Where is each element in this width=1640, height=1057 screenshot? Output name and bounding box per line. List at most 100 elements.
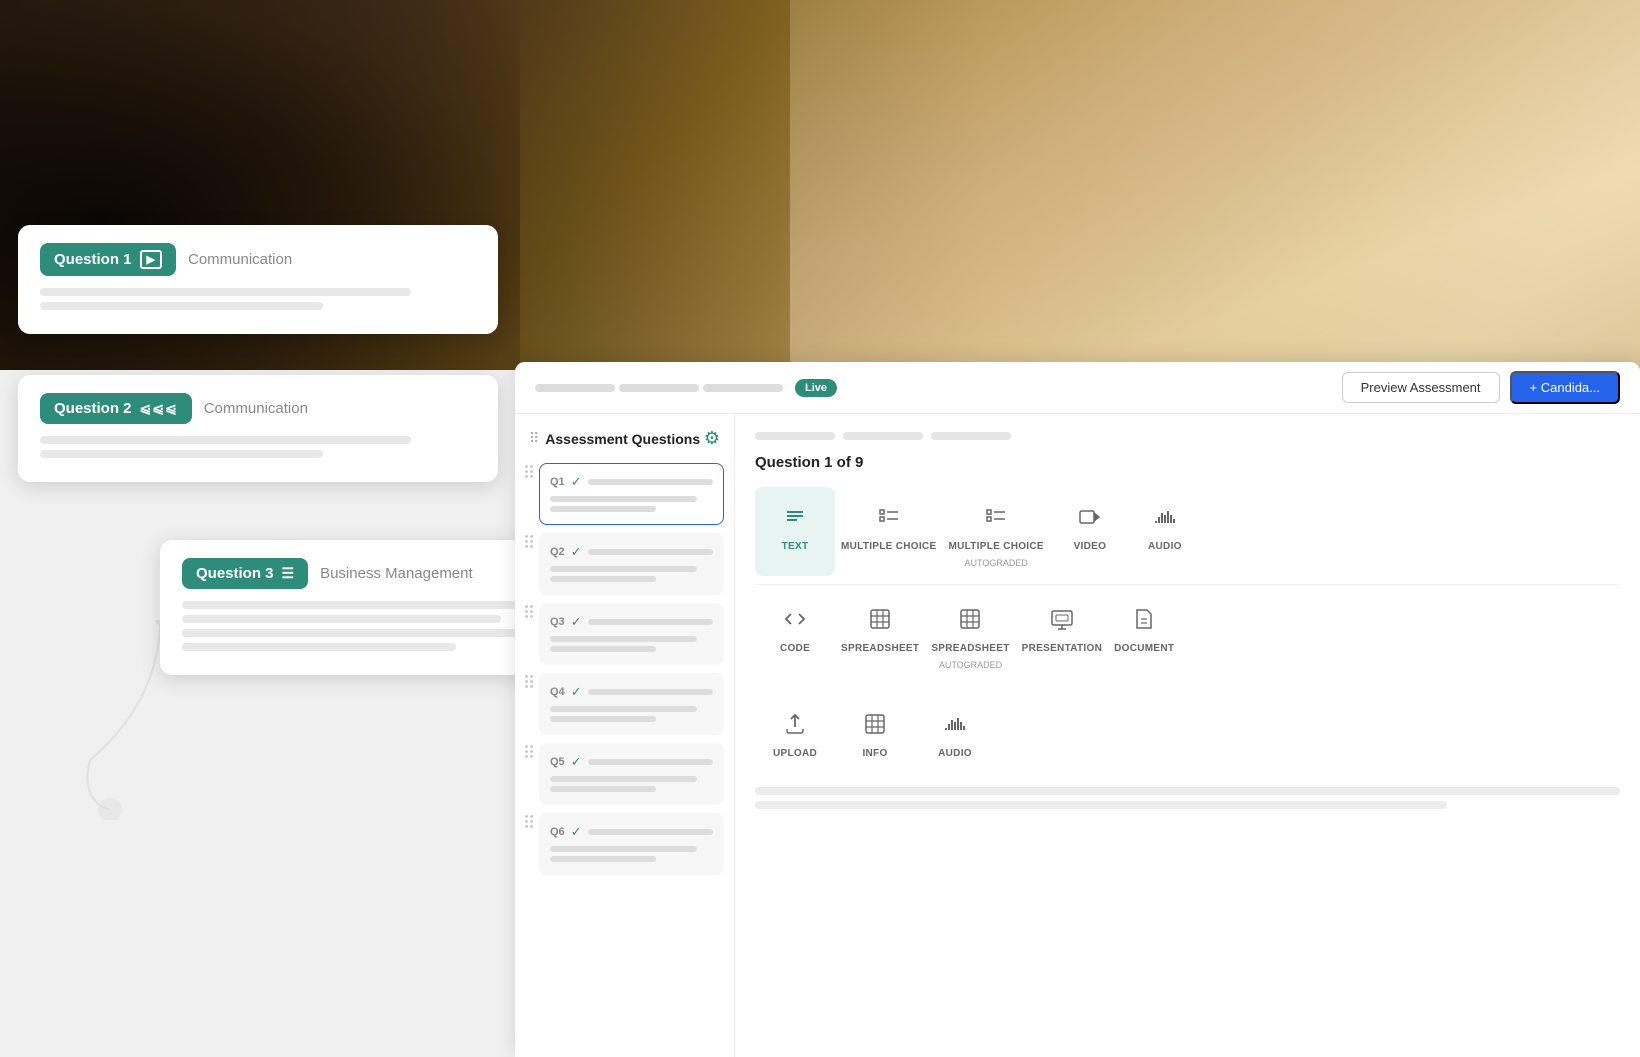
app-header: Live Preview Assessment + Candida... <box>515 362 1640 414</box>
woman-highlight <box>790 0 1640 370</box>
question-badge-3: Question 3 ☰ <box>182 558 308 589</box>
question-card-1: Question 1 ▶ Communication <box>18 225 498 334</box>
q5-line-a <box>550 776 697 782</box>
sidebar-header: ⠿ Assessment Questions ⚙ <box>525 428 724 449</box>
drag-handle-q6[interactable] <box>525 813 533 828</box>
audio-2-icon <box>937 706 973 742</box>
audio-icon-2: ⩿⩿⩿ <box>140 400 178 417</box>
q1-inner[interactable]: Q1 ✓ <box>539 463 724 525</box>
q2-num: Q2 <box>550 546 565 558</box>
candidate-button[interactable]: + Candida... <box>1510 371 1620 404</box>
spreadsheet-auto-icon <box>952 601 988 637</box>
text-icon <box>777 499 813 535</box>
sidebar-title: Assessment Questions <box>545 431 700 447</box>
live-badge: Live <box>795 379 837 397</box>
spreadsheet-auto-sublabel: AUTOGRADED <box>939 660 1002 670</box>
audio-2-label: AUDIO <box>938 748 972 759</box>
document-label: DOCUMENT <box>1114 643 1174 654</box>
type-video[interactable]: VIDEO <box>1050 487 1130 576</box>
multiple-choice-label: MULTIPLE CHOICE <box>841 541 936 552</box>
card-line-2a <box>40 436 411 444</box>
main-content-area: Question 1 of 9 TEXT <box>735 414 1640 1057</box>
question-badge-label-3: Question 3 <box>196 565 274 582</box>
app-body: ⠿ Assessment Questions ⚙ Q1 ✓ <box>515 414 1640 1057</box>
q4-num: Q4 <box>550 686 565 698</box>
q1-num: Q1 <box>550 476 565 488</box>
q2-line-a <box>550 566 697 572</box>
question-badge-2: Question 2 ⩿⩿⩿ <box>40 393 192 424</box>
header-tab-1[interactable] <box>535 384 615 392</box>
question-card-2: Question 2 ⩿⩿⩿ Communication <box>18 375 498 482</box>
type-multiple-choice-auto[interactable]: MULTIPLE CHOICE AUTOGRADED <box>942 487 1049 576</box>
sidebar-gear-icon[interactable]: ⚙ <box>704 428 720 449</box>
content-top-bar-3 <box>931 432 1011 440</box>
content-top-bar-2 <box>843 432 923 440</box>
question-list-item-q1[interactable]: Q1 ✓ <box>525 463 724 525</box>
placeholder-1 <box>755 787 1620 795</box>
spreadsheet-auto-label: SPREADSHEET <box>931 643 1009 654</box>
drag-handle-q3[interactable] <box>525 603 533 618</box>
header-tab-3[interactable] <box>703 384 783 392</box>
drag-handle-q5[interactable] <box>525 743 533 758</box>
question-list-item-q2[interactable]: Q2 ✓ <box>525 533 724 595</box>
spreadsheet-label: SPREADSHEET <box>841 643 919 654</box>
question-list-item-q3[interactable]: Q3 ✓ <box>525 603 724 665</box>
placeholder-2 <box>755 801 1447 809</box>
q4-check: ✓ <box>571 684 582 700</box>
sidebar-drag-icon: ⠿ <box>529 430 539 447</box>
q1-line-a <box>550 496 697 502</box>
q3-line-a <box>550 636 697 642</box>
card-line-1b <box>40 302 323 310</box>
card-line-3b <box>182 615 501 623</box>
q5-check: ✓ <box>571 754 582 770</box>
drag-handle-q4[interactable] <box>525 673 533 688</box>
drag-handle-q1[interactable] <box>525 463 533 478</box>
question-list-item-q4[interactable]: Q4 ✓ <box>525 673 724 735</box>
type-presentation[interactable]: PRESENTATION <box>1016 589 1108 678</box>
content-placeholder <box>755 787 1620 809</box>
multiple-choice-auto-sublabel: AUTOGRADED <box>964 558 1027 568</box>
q6-inner[interactable]: Q6 ✓ <box>539 813 724 875</box>
spreadsheet-icon <box>862 601 898 637</box>
q4-line-b <box>550 716 656 722</box>
q5-inner[interactable]: Q5 ✓ <box>539 743 724 805</box>
q5-line-b <box>550 786 656 792</box>
header-tabs <box>535 384 783 392</box>
question-badge-label-1: Question 1 <box>54 251 132 268</box>
type-spreadsheet-auto[interactable]: SPREADSHEET AUTOGRADED <box>925 589 1015 678</box>
multiple-choice-icon <box>871 499 907 535</box>
q2-inner[interactable]: Q2 ✓ <box>539 533 724 595</box>
audio-label: AUDIO <box>1148 541 1182 552</box>
question-list-item-q5[interactable]: Q5 ✓ <box>525 743 724 805</box>
upload-label: UPLOAD <box>773 748 817 759</box>
type-multiple-choice[interactable]: MULTIPLE CHOICE <box>835 487 942 576</box>
q6-num: Q6 <box>550 826 565 838</box>
type-audio[interactable]: AUDIO <box>1130 487 1200 576</box>
q1-check: ✓ <box>571 474 582 490</box>
q4-line-a <box>550 706 697 712</box>
type-upload[interactable]: UPLOAD <box>755 694 835 767</box>
video-icon-1: ▶ <box>140 250 162 269</box>
question-header: Question 1 of 9 <box>755 454 1620 471</box>
type-document[interactable]: DOCUMENT <box>1108 589 1180 678</box>
type-text[interactable]: TEXT <box>755 487 835 576</box>
header-tab-2[interactable] <box>619 384 699 392</box>
q2-check: ✓ <box>571 544 582 560</box>
type-spreadsheet[interactable]: SPREADSHEET <box>835 589 925 678</box>
type-audio-2[interactable]: AUDIO <box>915 694 995 767</box>
question-list-item-q6[interactable]: Q6 ✓ <box>525 813 724 875</box>
q3-inner[interactable]: Q3 ✓ <box>539 603 724 665</box>
preview-assessment-button[interactable]: Preview Assessment <box>1342 372 1500 403</box>
header-right: Preview Assessment + Candida... <box>1342 371 1620 404</box>
q2-line-b <box>550 576 656 582</box>
card-line-2b <box>40 450 323 458</box>
card-line-3d <box>182 643 456 651</box>
card-line-1a <box>40 288 411 296</box>
upload-icon <box>777 706 813 742</box>
presentation-label: PRESENTATION <box>1022 643 1102 654</box>
q4-inner[interactable]: Q4 ✓ <box>539 673 724 735</box>
card-line-3c <box>182 629 547 637</box>
type-code[interactable]: CODE <box>755 589 835 678</box>
type-info[interactable]: INFO <box>835 694 915 767</box>
drag-handle-q2[interactable] <box>525 533 533 548</box>
